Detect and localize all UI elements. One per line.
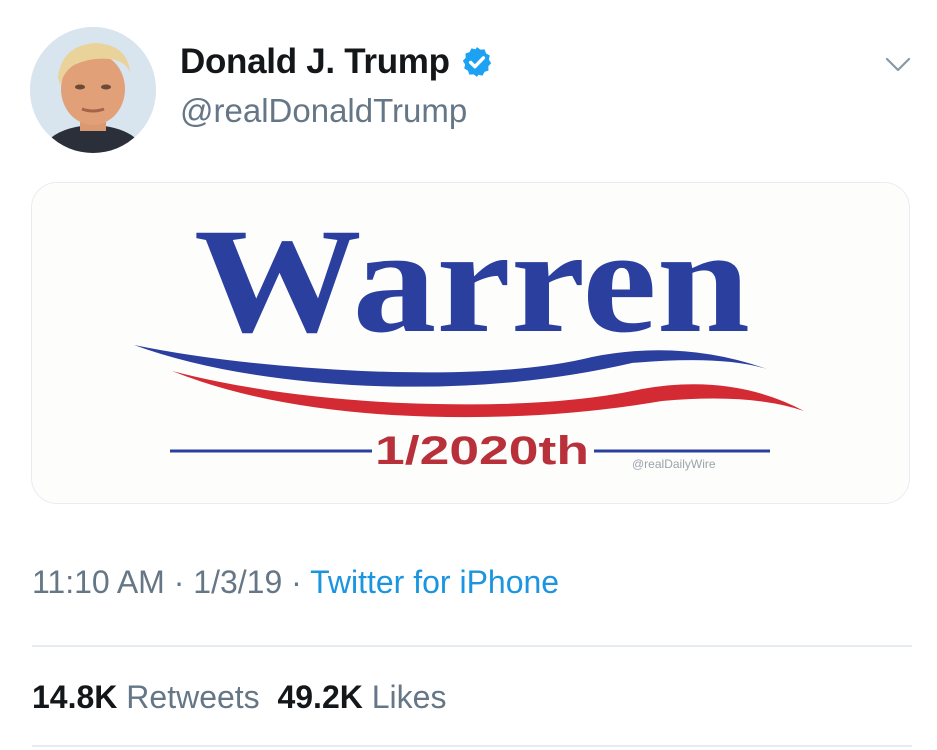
- tweet-source-link[interactable]: Twitter for iPhone: [310, 564, 559, 600]
- likes-stat[interactable]: 49.2K Likes: [277, 679, 446, 715]
- retweets-count[interactable]: 14.8K: [32, 679, 117, 715]
- verified-badge-icon: [460, 45, 494, 79]
- media-headline: Warren: [194, 198, 750, 364]
- media-tagline: 1/2020th: [375, 429, 589, 473]
- tweet-time[interactable]: 11:10 AM: [32, 564, 165, 600]
- meta-separator: ·: [173, 564, 185, 600]
- retweets-label[interactable]: Retweets: [126, 679, 259, 715]
- retweets-stat[interactable]: 14.8K Retweets: [32, 679, 260, 715]
- likes-count[interactable]: 49.2K: [277, 679, 362, 715]
- divider: [32, 645, 912, 647]
- tweet-media-image[interactable]: Warren 1/2020th @realDailyWire: [31, 182, 910, 504]
- author-name-text[interactable]: Donald J. Trump: [180, 42, 450, 82]
- tweet-detail: Donald J. Trump @realDonaldTrump Warren: [0, 0, 937, 750]
- author-name[interactable]: Donald J. Trump: [180, 42, 494, 82]
- tweet-meta: 11:10 AM · 1/3/19 · Twitter for iPhone: [32, 564, 559, 601]
- tweet-date[interactable]: 1/3/19: [193, 564, 282, 600]
- meta-separator: ·: [291, 564, 302, 600]
- chevron-down-icon[interactable]: [885, 56, 911, 74]
- avatar[interactable]: [30, 27, 156, 153]
- tweet-stats: 14.8K Retweets 49.2K Likes: [32, 679, 446, 716]
- author-handle[interactable]: @realDonaldTrump: [180, 92, 467, 130]
- likes-label[interactable]: Likes: [372, 679, 447, 715]
- divider: [32, 745, 912, 747]
- media-watermark: @realDailyWire: [632, 457, 716, 471]
